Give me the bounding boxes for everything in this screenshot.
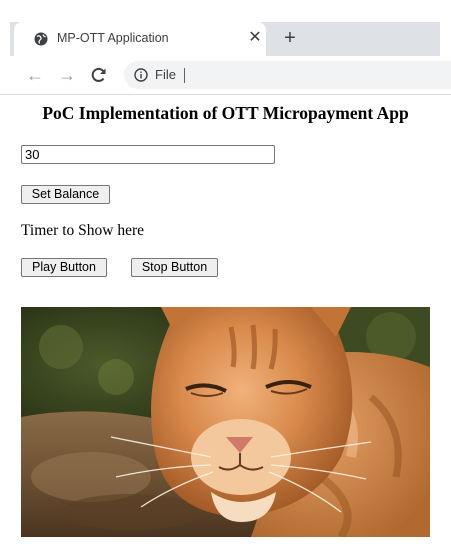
browser-tab[interactable]: MP-OTT Application ✕	[14, 22, 266, 56]
stop-button[interactable]: Stop Button	[131, 258, 218, 277]
balance-input[interactable]	[21, 145, 275, 164]
url-scheme-label: File	[155, 67, 176, 82]
globe-icon	[34, 32, 48, 46]
page-content: PoC Implementation of OTT Micropayment A…	[0, 95, 451, 550]
omnibox-separator	[184, 68, 185, 83]
timer-text: Timer to Show here	[21, 222, 144, 239]
info-icon[interactable]	[134, 68, 148, 82]
cat-image	[21, 307, 430, 537]
plus-icon[interactable]: +	[280, 26, 300, 50]
set-balance-button[interactable]: Set Balance	[21, 185, 110, 204]
browser-tabstrip: MP-OTT Application ✕ +	[0, 0, 451, 56]
page-title: PoC Implementation of OTT Micropayment A…	[42, 103, 409, 123]
back-arrow-icon[interactable]: ←	[25, 65, 45, 85]
close-icon[interactable]: ✕	[246, 28, 264, 48]
forward-arrow-icon[interactable]: →	[57, 65, 77, 85]
browser-toolbar: ← → File	[0, 56, 451, 95]
play-button[interactable]: Play Button	[21, 258, 107, 277]
address-bar[interactable]: File	[124, 61, 451, 89]
reload-icon[interactable]	[89, 65, 109, 85]
tab-title: MP-OTT Application	[57, 31, 169, 45]
